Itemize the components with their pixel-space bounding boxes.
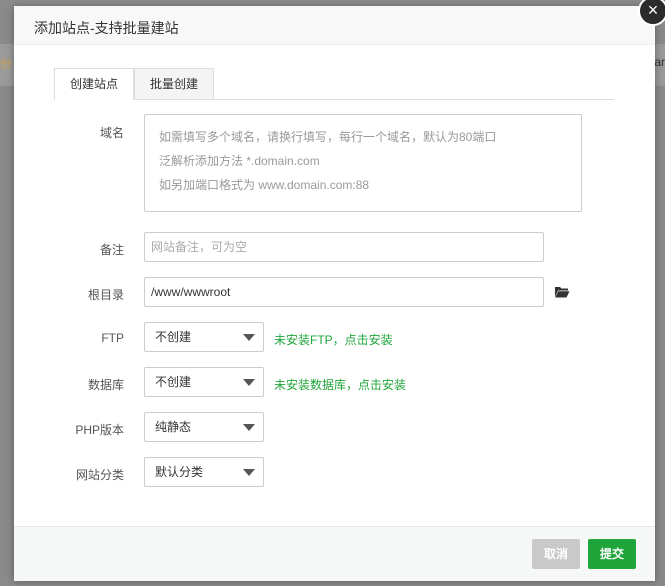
chevron-down-icon bbox=[243, 469, 255, 476]
dialog-header: 添加站点-支持批量建站 × bbox=[14, 0, 665, 45]
background-right-text: ar bbox=[654, 55, 665, 69]
folder-open-icon[interactable] bbox=[554, 284, 570, 300]
ftp-select[interactable]: 不创建 bbox=[144, 322, 264, 352]
dialog-footer: 取消 提交 bbox=[14, 526, 655, 581]
dialog-title: 添加站点-支持批量建站 bbox=[34, 20, 179, 36]
php-version-label: PHP版本 bbox=[75, 423, 124, 437]
note-input[interactable]: 网站备注，可为空 bbox=[144, 232, 544, 262]
php-version-select[interactable]: 纯静态 bbox=[144, 412, 264, 442]
submit-button[interactable]: 提交 bbox=[588, 539, 637, 569]
root-dir-label: 根目录 bbox=[87, 288, 124, 302]
domain-placeholder-line-2: 泛解析添加方法 *.domain.com bbox=[159, 154, 320, 168]
domain-placeholder-line-3: 如另加端口格式为 www.domain.com:88 bbox=[159, 178, 370, 192]
cancel-button[interactable]: 取消 bbox=[532, 539, 581, 569]
note-label: 备注 bbox=[99, 243, 124, 257]
add-site-dialog: 添加站点-支持批量建站 × 创建站点 批量创建 域名 如需填写多个域名，请换行填… bbox=[14, 0, 665, 581]
site-category-select-value: 默认分类 bbox=[155, 465, 204, 479]
background-left-text: 份 bbox=[0, 57, 13, 71]
ftp-install-link[interactable]: 未安装FTP，点击安装 bbox=[274, 331, 393, 348]
chevron-down-icon bbox=[243, 334, 255, 341]
database-install-link[interactable]: 未安装数据库，点击安装 bbox=[274, 376, 406, 393]
domain-placeholder-line-1: 如需填写多个域名，请换行填写，每行一个域名，默认为80端口 bbox=[159, 130, 497, 144]
site-category-select[interactable]: 默认分类 bbox=[144, 457, 264, 487]
domain-textarea[interactable]: 如需填写多个域名，请换行填写，每行一个域名，默认为80端口 泛解析添加方法 *.… bbox=[144, 114, 582, 212]
tab-create-site[interactable]: 创建站点 bbox=[54, 68, 135, 100]
ftp-select-value: 不创建 bbox=[155, 330, 192, 344]
chevron-down-icon bbox=[243, 424, 255, 431]
root-dir-input[interactable]: /www/wwwroot bbox=[144, 277, 544, 307]
ftp-label: FTP bbox=[101, 331, 124, 345]
tab-batch-create[interactable]: 批量创建 bbox=[134, 68, 215, 99]
domain-label: 域名 bbox=[99, 126, 124, 140]
php-version-select-value: 纯静态 bbox=[155, 420, 192, 434]
site-category-label: 网站分类 bbox=[75, 468, 124, 482]
tab-bar: 创建站点 批量创建 bbox=[54, 68, 614, 100]
database-select-value: 不创建 bbox=[155, 375, 192, 389]
close-icon[interactable]: × bbox=[638, 0, 665, 26]
database-label: 数据库 bbox=[87, 378, 124, 392]
database-select[interactable]: 不创建 bbox=[144, 367, 264, 397]
chevron-down-icon bbox=[243, 379, 255, 386]
